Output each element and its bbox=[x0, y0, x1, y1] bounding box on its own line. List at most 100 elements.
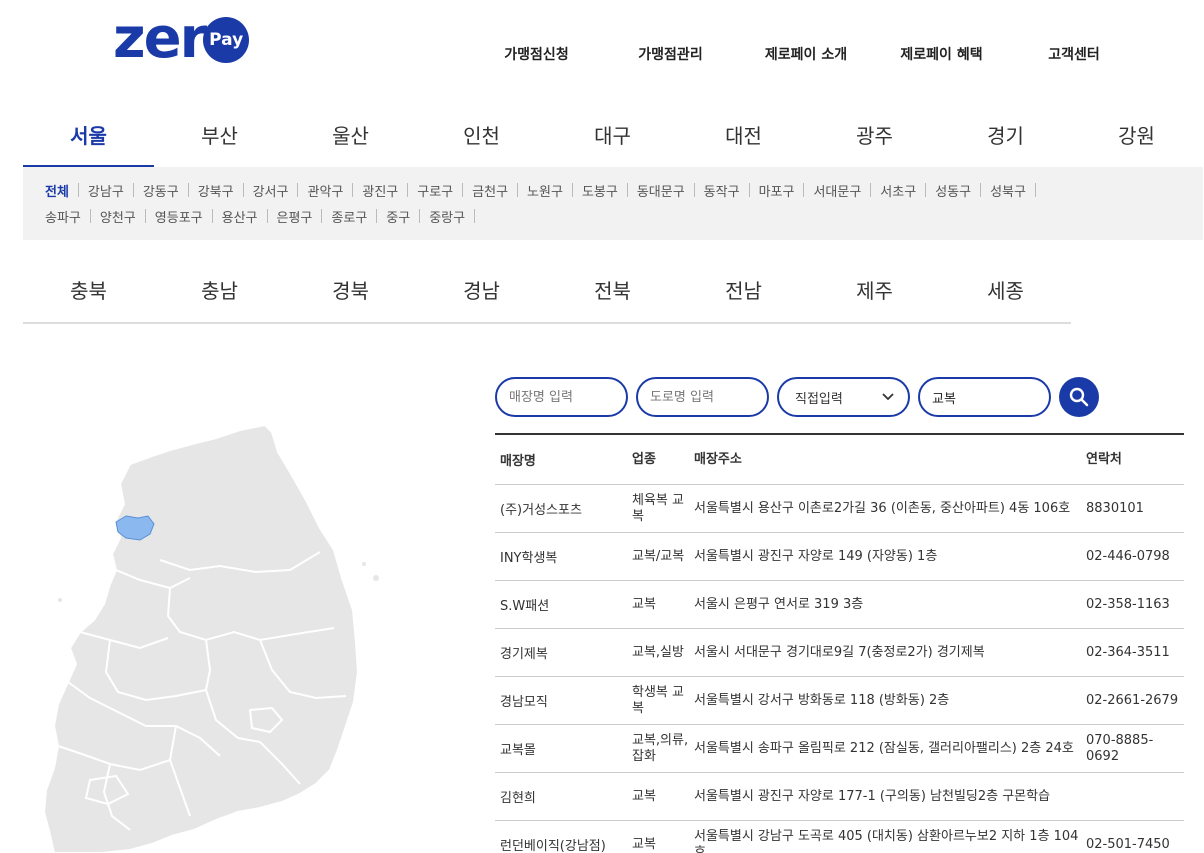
district-divider bbox=[144, 209, 146, 223]
region-tab-ulsan[interactable]: 울산 bbox=[285, 113, 416, 167]
district-divider bbox=[89, 209, 91, 223]
district-item[interactable]: 노원구 bbox=[527, 181, 563, 200]
district-item[interactable]: 강북구 bbox=[198, 181, 234, 200]
region-tab-gyeongbuk[interactable]: 경북 bbox=[285, 268, 416, 322]
district-item[interactable]: 광진구 bbox=[362, 181, 398, 200]
district-divider bbox=[242, 183, 244, 197]
region-tab-daegu[interactable]: 대구 bbox=[547, 113, 678, 167]
island-shape bbox=[362, 562, 366, 566]
table-row[interactable]: 교복몰 교복,의류,잡화 서울특별시 송파구 올림픽로 212 (잠실동, 갤러리아… bbox=[495, 725, 1184, 773]
district-item[interactable]: 중랑구 bbox=[429, 207, 465, 226]
keyword-input[interactable] bbox=[920, 389, 1049, 405]
region-tab-gyeongnam[interactable]: 경남 bbox=[416, 268, 547, 322]
district-item[interactable]: 은평구 bbox=[277, 207, 313, 226]
table-row[interactable]: INY학생복 교복/교복 서울특별시 광진구 자양로 149 (자양동) 1층 02-… bbox=[495, 533, 1184, 581]
district-divider bbox=[1034, 183, 1036, 197]
cell-contact: 02-2661-2679 bbox=[1086, 692, 1179, 708]
nav-merchant-manage[interactable]: 가맹점관리 bbox=[603, 44, 738, 64]
road-name-input[interactable] bbox=[638, 389, 767, 405]
search-button[interactable] bbox=[1059, 377, 1099, 417]
search-type-select[interactable]: 직접입력 bbox=[777, 377, 910, 417]
district-item[interactable]: 성동구 bbox=[935, 181, 971, 200]
district-item[interactable]: 도봉구 bbox=[582, 181, 618, 200]
region-tab-jeonbuk[interactable]: 전북 bbox=[547, 268, 678, 322]
search-icon bbox=[1069, 387, 1089, 407]
district-divider bbox=[297, 183, 299, 197]
cell-address: 서울시 은평구 연서로 319 3층 bbox=[694, 596, 864, 612]
district-item[interactable]: 금천구 bbox=[472, 181, 508, 200]
district-item[interactable]: 동대문구 bbox=[637, 181, 685, 200]
district-divider bbox=[693, 183, 695, 197]
cell-contact: 070-8885-0692 bbox=[1086, 732, 1154, 764]
table-row[interactable]: 김현희 교복 서울특별시 광진구 자양로 177-1 (구의동) 남천빌딩2층 구몬… bbox=[495, 773, 1184, 821]
district-item[interactable]: 영등포구 bbox=[155, 207, 203, 226]
table-header: 매장명 업종 매장주소 연락처 bbox=[495, 435, 1184, 485]
district-item[interactable]: 전체 bbox=[45, 181, 69, 200]
region-tab-sejong[interactable]: 세종 bbox=[940, 268, 1071, 322]
cell-address: 서울특별시 강서구 방화동로 118 (방화동) 2층 bbox=[694, 692, 950, 708]
cell-address: 서울시 서대문구 경기대로9길 7(충정로2가) 경기제복 bbox=[694, 644, 985, 660]
island-shape bbox=[58, 598, 62, 602]
region-tab-chungnam[interactable]: 충남 bbox=[154, 268, 285, 322]
region-tab-busan[interactable]: 부산 bbox=[154, 113, 285, 167]
region-tab-jeju[interactable]: 제주 bbox=[809, 268, 940, 322]
district-divider bbox=[376, 209, 378, 223]
district-divider bbox=[407, 183, 409, 197]
district-divider bbox=[803, 183, 805, 197]
cell-contact: 8830101 bbox=[1086, 500, 1144, 516]
district-divider bbox=[870, 183, 872, 197]
nav-customer-center[interactable]: 고객센터 bbox=[1009, 44, 1139, 64]
district-item[interactable]: 동작구 bbox=[704, 181, 740, 200]
district-divider bbox=[187, 183, 189, 197]
cell-business-type: 교복,실방 bbox=[632, 644, 684, 660]
district-item[interactable]: 강남구 bbox=[88, 181, 124, 200]
district-item[interactable]: 양천구 bbox=[100, 207, 136, 226]
region-tab-gyeonggi[interactable]: 경기 bbox=[940, 113, 1071, 167]
district-item[interactable]: 중구 bbox=[386, 207, 410, 226]
nav-merchant-apply[interactable]: 가맹점신청 bbox=[470, 44, 603, 64]
korea-region-map[interactable] bbox=[20, 420, 400, 853]
region-tab-gwangju[interactable]: 광주 bbox=[809, 113, 940, 167]
district-divider bbox=[211, 209, 213, 223]
region-tab-chungbuk[interactable]: 충북 bbox=[23, 268, 154, 322]
district-divider bbox=[980, 183, 982, 197]
district-item[interactable]: 관악구 bbox=[307, 181, 343, 200]
nav-about-zeropay[interactable]: 제로페이 소개 bbox=[738, 44, 874, 64]
region-tab-gangwon[interactable]: 강원 bbox=[1071, 113, 1202, 167]
header-store-name: 매장명 bbox=[500, 454, 536, 469]
table-row[interactable]: (주)거성스포츠 체육복 교복 서울특별시 용산구 이촌로2가길 36 (이촌동, … bbox=[495, 485, 1184, 533]
district-item[interactable]: 강서구 bbox=[253, 181, 289, 200]
district-item[interactable]: 용산구 bbox=[222, 207, 258, 226]
region-tab-incheon[interactable]: 인천 bbox=[416, 113, 547, 167]
district-item[interactable]: 강동구 bbox=[143, 181, 179, 200]
table-row[interactable]: 경기제복 교복,실방 서울시 서대문구 경기대로9길 7(충정로2가) 경기제복 02… bbox=[495, 629, 1184, 677]
nav-zeropay-benefits[interactable]: 제로페이 혜택 bbox=[874, 44, 1009, 64]
table-row[interactable]: S.W패션 교복 서울시 은평구 연서로 319 3층 02-358-1163 bbox=[495, 581, 1184, 629]
district-item[interactable]: 마포구 bbox=[759, 181, 795, 200]
region-tab-jeonnam[interactable]: 전남 bbox=[678, 268, 809, 322]
district-item[interactable]: 구로구 bbox=[417, 181, 453, 200]
zeropay-logo[interactable]: zer Pay bbox=[113, 11, 250, 67]
district-item[interactable]: 성북구 bbox=[990, 181, 1026, 200]
search-type-selected: 직접입력 bbox=[795, 391, 843, 407]
region-tab-seoul[interactable]: 서울 bbox=[23, 113, 154, 167]
table-row[interactable]: 런던베이직(강남점) 교복 서울특별시 강남구 도곡로 405 (대치동) 삼환아르… bbox=[495, 821, 1184, 853]
cell-store-name: 경남모직 bbox=[500, 695, 548, 710]
cell-store-name: 런던베이직(강남점) bbox=[500, 839, 606, 853]
main-nav: 가맹점신청 가맹점관리 제로페이 소개 제로페이 혜택 고객센터 bbox=[470, 44, 1139, 64]
district-filter: 전체 강남구 강동구 강북구 강서구 관악구 광진구 구로구 금천구 노원구 도봉구 동대문구 동작구 마… bbox=[23, 167, 1203, 240]
district-row2: 송파구 양천구 영등포구 용산구 은평구 종로구 중구 중랑구 bbox=[45, 203, 1203, 229]
table-row[interactable]: 경남모직 학생복 교복 서울특별시 강서구 방화동로 118 (방화동) 2층 02-… bbox=[495, 677, 1184, 725]
store-name-input[interactable] bbox=[497, 389, 626, 405]
cell-business-type: 교복,의류,잡화 bbox=[632, 732, 689, 764]
district-item[interactable]: 송파구 bbox=[45, 207, 81, 226]
chevron-down-icon bbox=[882, 393, 894, 401]
region-tab-daejeon[interactable]: 대전 bbox=[678, 113, 809, 167]
district-item[interactable]: 서초구 bbox=[880, 181, 916, 200]
cell-contact: 02-364-3511 bbox=[1086, 644, 1170, 660]
district-divider bbox=[321, 209, 323, 223]
district-item[interactable]: 종로구 bbox=[331, 207, 367, 226]
district-item[interactable]: 서대문구 bbox=[813, 181, 861, 200]
header-address: 매장주소 bbox=[694, 451, 742, 467]
header-business-type: 업종 bbox=[632, 451, 656, 467]
